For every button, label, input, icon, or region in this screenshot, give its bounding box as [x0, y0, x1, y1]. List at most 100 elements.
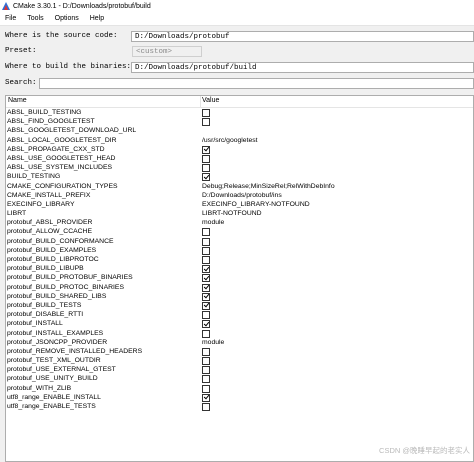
table-row[interactable]: EXECINFO_LIBRARY EXECINFO_LIBRARY-NOTFOUN…	[6, 200, 473, 209]
table-row[interactable]: ABSL_PROPAGATE_CXX_STD	[6, 145, 473, 154]
table-row[interactable]: protobuf_BUILD_PROTOBUF_BINARIES	[6, 273, 473, 283]
preset-select[interactable]: <custom>	[132, 45, 202, 57]
preset-row: Preset: <custom>	[0, 44, 474, 58]
table-row[interactable]: protobuf_WITH_ZLIB	[6, 384, 473, 393]
table-row[interactable]: protobuf_INSTALL	[6, 319, 473, 329]
search-row: Search:	[0, 76, 474, 90]
source-row: Where is the source code: D:/Downloads/p…	[0, 29, 474, 43]
table-row[interactable]: BUILD_TESTING	[6, 172, 473, 182]
row-name: protobuf_BUILD_LIBPROTOC	[7, 256, 99, 263]
table-row[interactable]: ABSL_LOCAL_GOOGLETEST_DIR/usr/src/google…	[6, 136, 473, 145]
table-row[interactable]: protobuf_USE_EXTERNAL_GTEST	[6, 365, 473, 375]
table-row[interactable]: ABSL_USE_GOOGLETEST_HEAD	[6, 154, 473, 163]
title-bar: CMake 3.30.1 - D:/Downloads/protobuf/bui…	[0, 0, 474, 12]
checkmark-icon	[203, 292, 209, 299]
table-row[interactable]: protobuf_REMOVE_INSTALLED_HEADERS	[6, 347, 473, 356]
row-name: utf8_range_ENABLE_TESTS	[7, 403, 96, 410]
table-row[interactable]: protobuf_INSTALL_EXAMPLES	[6, 329, 473, 338]
checkmark-icon	[203, 145, 209, 152]
table-row[interactable]: CMAKE_CONFIGURATION_TYPES Debug;Release;M…	[6, 182, 473, 191]
checkmark-icon	[203, 393, 209, 400]
value-checkbox[interactable]	[202, 393, 210, 402]
value-checkbox[interactable]	[202, 237, 210, 246]
table-row[interactable]: ABSL_BUILD_TESTING	[6, 108, 473, 117]
value-checkbox[interactable]	[202, 283, 210, 292]
table-row[interactable]: protobuf_ABSL_PROVIDER module	[6, 218, 473, 227]
table-row[interactable]: ABSL_FIND_GOOGLETEST	[6, 117, 473, 127]
row-name: protobuf_DISABLE_RTTI	[7, 311, 84, 319]
table-row[interactable]: protobuf_BUILD_LIBUPB	[6, 264, 473, 274]
checkmark-icon	[203, 283, 209, 290]
table-header: Name Value	[6, 96, 473, 108]
watermark-text: CSDN @晚睡早起的老实人	[379, 446, 470, 455]
search-label: Search:	[5, 79, 37, 87]
table-row[interactable]: utf8_range_ENABLE_INSTALL	[6, 393, 473, 402]
value-checkbox[interactable]	[202, 173, 210, 182]
table-row[interactable]: ABSL_USE_SYSTEM_INCLUDES	[6, 163, 473, 173]
row-name: protobuf_INSTALL	[7, 320, 63, 328]
build-row: Where to build the binaries: D:/Download…	[0, 60, 474, 74]
row-value[interactable]: EXECINFO_LIBRARY-NOTFOUND	[202, 200, 310, 209]
column-header-name[interactable]: Name	[8, 97, 27, 104]
value-checkbox[interactable]	[202, 109, 210, 117]
row-name: BUILD_TESTING	[7, 173, 61, 181]
value-checkbox[interactable]	[202, 366, 210, 375]
row-name: EXECINFO_LIBRARY	[7, 200, 75, 208]
search-input[interactable]	[39, 77, 474, 89]
value-checkbox[interactable]	[202, 265, 210, 274]
column-divider[interactable]	[200, 96, 201, 107]
value-checkbox[interactable]	[202, 357, 210, 366]
table-row[interactable]: ABSL_GOOGLETEST_DOWNLOAD_URL	[6, 126, 473, 135]
table-row[interactable]: protobuf_BUILD_LIBPROTOC	[6, 255, 473, 264]
row-name: protobuf_BUILD_TESTS	[7, 301, 82, 309]
table-row[interactable]: protobuf_BUILD_EXAMPLES	[6, 246, 473, 255]
value-checkbox[interactable]	[202, 274, 210, 283]
table-row[interactable]: utf8_range_ENABLE_TESTS	[6, 402, 473, 411]
row-value[interactable]: module	[202, 218, 224, 227]
table-row[interactable]: protobuf_ALLOW_CCACHE	[6, 227, 473, 237]
table-row[interactable]: protobuf_BUILD_CONFORMANCE	[6, 237, 473, 246]
menu-options[interactable]: Options	[50, 15, 85, 22]
table-row[interactable]: LIBRT LIBRT-NOTFOUND	[6, 209, 473, 218]
row-name: CMAKE_CONFIGURATION_TYPES	[7, 182, 118, 190]
row-name: protobuf_BUILD_PROTOBUF_BINARIES	[7, 274, 133, 282]
value-checkbox[interactable]	[202, 118, 210, 127]
menu-help[interactable]: Help	[85, 15, 110, 22]
table-row[interactable]: protobuf_TEST_XML_OUTDIR	[6, 356, 473, 366]
table-row[interactable]: protobuf_BUILD_PROTOC_BINARIES	[6, 283, 473, 292]
row-value[interactable]: LIBRT-NOTFOUND	[202, 209, 262, 218]
value-checkbox[interactable]	[202, 228, 210, 237]
value-checkbox[interactable]	[202, 384, 210, 393]
value-checkbox[interactable]	[202, 154, 210, 163]
row-value[interactable]: /usr/src/googletest	[202, 136, 258, 145]
table-row[interactable]: protobuf_DISABLE_RTTI	[6, 310, 473, 320]
value-checkbox[interactable]	[202, 320, 210, 329]
row-value[interactable]: D:/Downloads/protobuf/ins	[202, 191, 282, 200]
table-row[interactable]: CMAKE_INSTALL_PREFIX D:/Downloads/protobu…	[6, 191, 473, 200]
value-checkbox[interactable]	[202, 347, 210, 356]
value-checkbox[interactable]	[202, 375, 210, 384]
row-value[interactable]: module	[202, 338, 224, 347]
value-checkbox[interactable]	[202, 292, 210, 301]
table-row[interactable]: protobuf_USE_UNITY_BUILD	[6, 374, 473, 384]
build-input[interactable]: D:/Downloads/protobuf/build	[131, 61, 474, 73]
value-checkbox[interactable]	[202, 256, 210, 264]
value-checkbox[interactable]	[202, 164, 210, 173]
value-checkbox[interactable]	[202, 246, 210, 255]
table-row[interactable]: protobuf_BUILD_TESTS	[6, 301, 473, 310]
menu-file[interactable]: File	[0, 15, 22, 22]
row-name: ABSL_USE_SYSTEM_INCLUDES	[7, 164, 113, 172]
value-checkbox[interactable]	[202, 329, 210, 338]
value-checkbox[interactable]	[202, 301, 210, 310]
value-checkbox[interactable]	[202, 311, 210, 320]
value-checkbox[interactable]	[202, 145, 210, 154]
row-name: protobuf_JSONCPP_PROVIDER	[7, 338, 108, 346]
column-header-value[interactable]: Value	[202, 97, 219, 104]
menu-tools[interactable]: Tools	[22, 15, 49, 22]
row-value[interactable]: Debug;Release;MinSizeRel;RelWithDebInfo	[202, 182, 335, 191]
value-checkbox[interactable]	[202, 403, 210, 411]
source-input[interactable]: D:/Downloads/protobuf	[131, 30, 474, 42]
table-row[interactable]: protobuf_JSONCPP_PROVIDER module	[6, 338, 473, 347]
table-row[interactable]: protobuf_BUILD_SHARED_LIBS	[6, 292, 473, 301]
preset-label: Preset:	[5, 47, 37, 55]
